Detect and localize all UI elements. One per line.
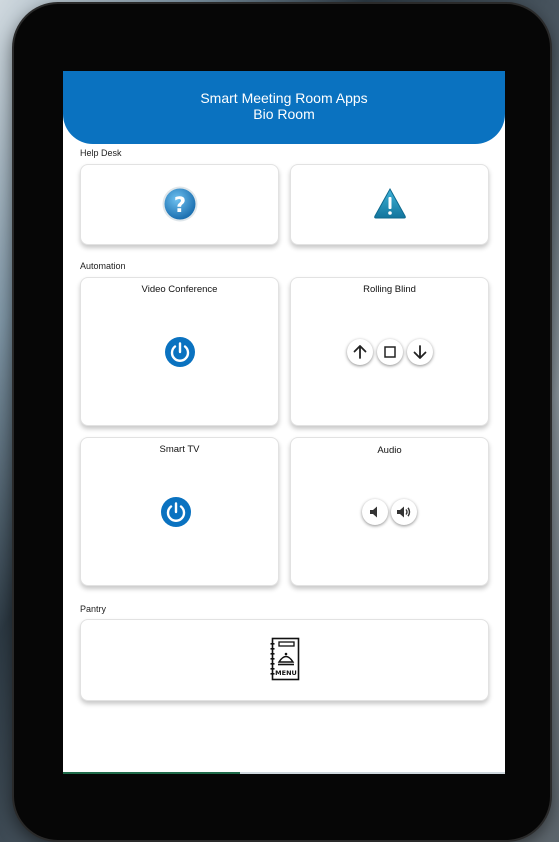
audio-title: Audio <box>377 445 402 456</box>
app-screen: Smart Meeting Room Apps Bio Room Help De… <box>63 71 505 774</box>
section-help-desk: Help Desk <box>80 148 122 158</box>
arrow-up-icon <box>353 345 367 359</box>
stop-icon <box>384 346 396 358</box>
app-header: Smart Meeting Room Apps Bio Room <box>63 71 505 144</box>
room-name: Bio Room <box>253 106 315 122</box>
arrow-down-icon <box>413 345 427 359</box>
help-card[interactable]: ? <box>80 164 279 245</box>
smart-tv-card: Smart TV <box>80 437 279 586</box>
video-conference-title: Video Conference <box>141 284 218 295</box>
section-automation: Automation <box>80 261 126 271</box>
volume-down-icon <box>370 506 377 518</box>
smart-tv-title: Smart TV <box>159 444 200 455</box>
menu-icon-label: MENU <box>275 669 297 677</box>
blind-up-button[interactable] <box>347 339 373 365</box>
power-icon[interactable] <box>160 496 192 528</box>
warning-icon <box>374 187 406 219</box>
screen-bottom-edge <box>63 772 505 774</box>
pantry-menu-card[interactable]: MENU <box>80 619 489 701</box>
volume-down-button[interactable] <box>362 499 388 525</box>
volume-up-icon <box>397 506 411 518</box>
audio-card: Audio <box>290 437 489 586</box>
alert-card[interactable] <box>290 164 489 245</box>
blind-stop-button[interactable] <box>377 339 403 365</box>
volume-up-button[interactable] <box>391 499 417 525</box>
rolling-blind-card: Rolling Blind <box>290 277 489 426</box>
power-icon[interactable] <box>164 336 196 368</box>
menu-icon: MENU <box>270 637 300 681</box>
video-conference-card: Video Conference <box>80 277 279 426</box>
rolling-blind-title: Rolling Blind <box>363 284 416 295</box>
blind-down-button[interactable] <box>407 339 433 365</box>
app-title: Smart Meeting Room Apps <box>200 90 368 106</box>
question-icon: ? <box>162 186 198 222</box>
svg-text:?: ? <box>174 193 186 217</box>
section-pantry: Pantry <box>80 604 107 614</box>
